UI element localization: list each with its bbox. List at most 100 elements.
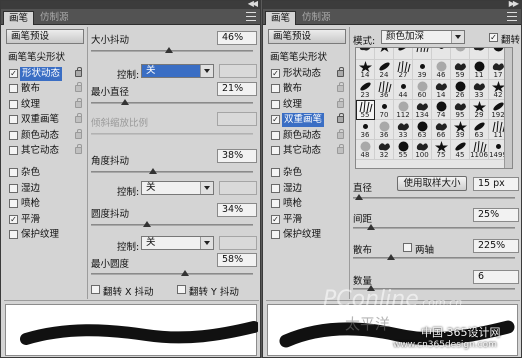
option-checkbox[interactable]	[271, 146, 280, 155]
angle-jitter-value[interactable]: 38%	[217, 149, 257, 163]
min-diameter-value[interactable]: 21%	[217, 82, 257, 96]
sidebar-item[interactable]: 其它动态	[268, 144, 346, 158]
option-checkbox[interactable]	[9, 84, 18, 93]
option-checkbox[interactable]	[9, 100, 18, 109]
brush-tip-cell[interactable]: 36	[375, 120, 394, 140]
roundness-jitter-slider[interactable]	[91, 224, 253, 226]
diameter-knob[interactable]	[355, 194, 363, 200]
min-roundness-knob[interactable]	[181, 270, 189, 276]
lock-icon[interactable]	[75, 129, 82, 139]
brush-tip-cell[interactable]: 59	[451, 60, 470, 80]
option-checkbox[interactable]	[271, 100, 280, 109]
option-checkbox[interactable]: ✓	[9, 215, 18, 224]
spacing-knob[interactable]	[367, 224, 375, 230]
min-roundness-value[interactable]: 58%	[217, 253, 257, 267]
panel-titlebar[interactable]: ◀◀	[1, 1, 260, 9]
tab-brush[interactable]: 画笔	[265, 11, 297, 25]
brush-tip-cell[interactable]: 36	[356, 120, 375, 140]
size-control-select[interactable]: 关	[141, 64, 214, 78]
min-roundness-slider[interactable]	[91, 273, 253, 275]
sidebar-item[interactable]: 其它动态	[6, 144, 84, 158]
sidebar-item[interactable]: ✓ 平滑	[6, 213, 84, 227]
sidebar-item[interactable]: ✓ 形状动态	[6, 67, 84, 81]
brush-tip-shape-item[interactable]: 画笔笔尖形状	[270, 49, 327, 63]
sidebar-item[interactable]: ✓ 双重画笔	[268, 113, 346, 127]
sidebar-item[interactable]: 散布	[6, 82, 84, 96]
flip-x-checkbox[interactable]	[91, 285, 100, 294]
panel-titlebar[interactable]: ▶▶	[263, 1, 521, 9]
option-checkbox[interactable]	[271, 199, 280, 208]
option-checkbox[interactable]	[9, 184, 18, 193]
brush-tip-cell[interactable]: 26	[451, 80, 470, 100]
sidebar-item[interactable]: 双重画笔	[6, 113, 84, 127]
brush-tip-cell[interactable]: 134	[413, 100, 432, 120]
sidebar-item[interactable]: 散布	[268, 82, 346, 96]
scatter-value[interactable]: 225%	[473, 239, 519, 253]
min-diameter-knob[interactable]	[121, 99, 129, 105]
brush-tip-cell[interactable]: 70	[375, 100, 394, 120]
brush-tip-cell[interactable]: 14	[356, 60, 375, 80]
sidebar-item[interactable]: 保护纹理	[6, 228, 84, 242]
min-diameter-slider[interactable]	[91, 102, 253, 104]
collapse-icon[interactable]: ◀◀	[248, 1, 258, 8]
option-checkbox[interactable]	[9, 115, 18, 124]
option-checkbox[interactable]	[271, 184, 280, 193]
option-checkbox[interactable]	[271, 230, 280, 239]
sidebar-item[interactable]: 颜色动态	[6, 129, 84, 143]
both-axes-checkbox[interactable]	[403, 243, 412, 252]
brush-tip-cell[interactable]: 95	[451, 100, 470, 120]
tab-clone-source[interactable]: 仿制源	[297, 11, 336, 25]
brush-tip-cell[interactable]: 39	[451, 120, 470, 140]
lock-icon[interactable]	[337, 129, 344, 139]
sidebar-item[interactable]: ✓ 形状动态	[268, 67, 346, 81]
roundness-jitter-value[interactable]: 34%	[217, 203, 257, 217]
brush-tip-cell[interactable]	[451, 48, 470, 60]
sidebar-item[interactable]: 杂色	[268, 166, 346, 180]
roundness-jitter-knob[interactable]	[143, 221, 151, 227]
brush-tip-cell[interactable]: 27	[394, 60, 413, 80]
panel-menu-icon[interactable]	[507, 12, 517, 21]
count-value[interactable]: 6	[473, 270, 519, 284]
diameter-value[interactable]: 15 px	[473, 177, 519, 191]
brush-tip-cell[interactable]: 36	[375, 80, 394, 100]
option-checkbox[interactable]: ✓	[9, 69, 18, 78]
brush-presets-button[interactable]: 画笔预设	[6, 29, 84, 44]
brush-tip-cell[interactable]: 75	[432, 140, 451, 160]
use-sample-size-button[interactable]: 使用取样大小	[397, 176, 467, 191]
brush-tip-cell[interactable]: 33	[394, 120, 413, 140]
diameter-slider[interactable]	[353, 197, 515, 199]
option-checkbox[interactable]	[271, 168, 280, 177]
brush-tip-cell[interactable]: 29	[470, 100, 489, 120]
brush-tip-cell[interactable]	[413, 48, 432, 60]
brush-tip-cell[interactable]: 48	[356, 140, 375, 160]
brush-tip-cell[interactable]: 63	[413, 120, 432, 140]
option-checkbox[interactable]	[9, 168, 18, 177]
lock-icon[interactable]	[75, 67, 82, 77]
sidebar-item[interactable]: ✓ 平滑	[268, 213, 346, 227]
brush-tip-cell[interactable]: 46	[432, 60, 451, 80]
option-checkbox[interactable]	[271, 131, 280, 140]
brush-tip-cell[interactable]: 32	[375, 140, 394, 160]
brush-tip-cell[interactable]: 112	[394, 100, 413, 120]
brush-tip-cell[interactable]	[375, 48, 394, 60]
lock-icon[interactable]	[337, 82, 344, 92]
lock-icon[interactable]	[337, 113, 344, 123]
option-checkbox[interactable]: ✓	[271, 115, 280, 124]
scatter-slider[interactable]	[353, 257, 515, 259]
option-checkbox[interactable]	[9, 146, 18, 155]
brush-tip-cell[interactable]: 55	[356, 100, 375, 120]
sidebar-item[interactable]: 喷枪	[268, 197, 346, 211]
angle-jitter-slider[interactable]	[91, 171, 253, 173]
brush-tip-cell[interactable]: 1106	[470, 140, 489, 160]
tab-brush[interactable]: 画笔	[3, 11, 35, 25]
sidebar-item[interactable]: 湿边	[268, 182, 346, 196]
sidebar-item[interactable]: 颜色动态	[268, 129, 346, 143]
brush-tip-cell[interactable]	[470, 48, 489, 60]
mode-select[interactable]: 颜色加深	[381, 30, 465, 44]
option-checkbox[interactable]	[271, 84, 280, 93]
sidebar-item[interactable]: 湿边	[6, 182, 84, 196]
option-checkbox[interactable]	[9, 230, 18, 239]
brush-tip-cell[interactable]: 44	[394, 80, 413, 100]
brush-tip-shape-item[interactable]: 画笔笔尖形状	[8, 49, 65, 63]
lock-icon[interactable]	[75, 144, 82, 154]
